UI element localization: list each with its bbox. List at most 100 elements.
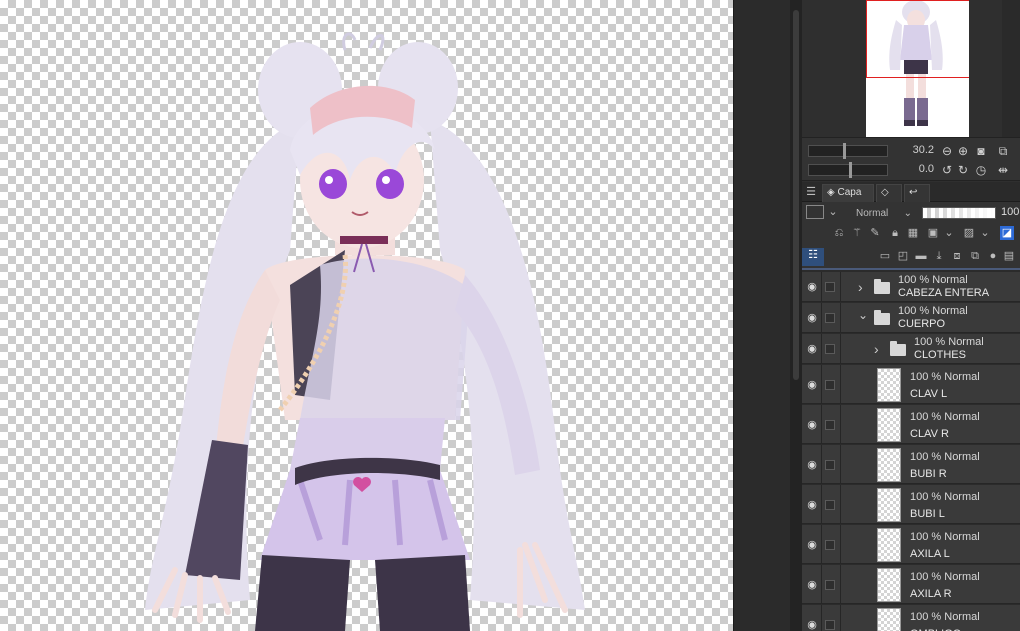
rotate-slider[interactable] [808,162,888,178]
row-divider [840,525,841,563]
draft-layer-icon[interactable]: ✎ [868,226,882,240]
fit-window-icon[interactable]: ⧉ [996,144,1010,158]
delete-layer-icon[interactable]: ▤ [1002,249,1016,263]
layer-lock-checkbox[interactable] [825,282,835,292]
layer-folder-row[interactable]: ◉ ⌄ 100 % Normal CUERPO [802,303,1020,333]
layer-name[interactable]: AXILA R [910,588,952,600]
eye-icon[interactable]: ◉ [805,498,819,512]
opacity-slider-fill [923,208,995,218]
clip-layer-icon[interactable]: ⎌ [832,226,846,240]
mask-dropdown-icon[interactable]: ⌄ [942,226,956,240]
layer-row[interactable]: ◉ 100 % Normal CLAV R [802,405,1020,444]
layer-name[interactable]: CLAV L [910,388,947,400]
eye-icon[interactable]: ◉ [805,418,819,432]
layer-lock-checkbox[interactable] [825,500,835,510]
new-folder-icon[interactable]: ▬ [914,249,928,263]
layer-name[interactable]: CABEZA ENTERA [898,287,989,299]
layer-lock-checkbox[interactable] [825,620,835,630]
navigator-view-frame[interactable] [866,0,969,78]
mask-layer-icon[interactable]: ● [986,249,1000,263]
layer-list-icon[interactable]: ☷ [802,248,824,266]
zoom-in-icon[interactable]: ⊕ [956,144,970,158]
layer-name[interactable]: BUBI R [910,468,947,480]
tab-layer-property[interactable]: ◇ [876,184,902,202]
eye-icon[interactable]: ◉ [805,458,819,472]
layer-row[interactable]: ◉ 100 % Normal AXILA R [802,565,1020,604]
tab-history[interactable]: ↩ [904,184,930,202]
layer-lock-checkbox[interactable] [825,380,835,390]
layer-row[interactable]: ◉100 % NormalOMBLIGO [802,605,1020,631]
layer-lock-checkbox[interactable] [825,460,835,470]
navigator-preview[interactable] [866,0,969,137]
navigator-scrollbar[interactable] [1002,0,1020,137]
ruler-dropdown-icon[interactable]: ⌄ [978,226,992,240]
layer-toolbar: ⌄ Normal ⌄ 100 ⎌ ⚚ ✎ 🔒︎ ▦ ▣ ⌄ ▨ ⌄ ◪ ☷ ▭ … [802,202,1020,268]
layer-color-dropdown-icon[interactable]: ⌄ [826,205,840,219]
eye-icon[interactable]: ◉ [805,578,819,592]
scrollbar-thumb[interactable] [793,10,799,380]
eye-icon[interactable]: ◉ [805,618,819,631]
chevron-down-icon[interactable]: ⌄ [858,308,868,322]
layer-name[interactable]: CLAV R [910,428,949,440]
layer-color-icon[interactable] [806,205,824,219]
blend-mode-select[interactable]: Normal ⌄ [850,206,916,222]
row-divider [840,445,841,483]
ruler-icon[interactable]: ▨ [962,226,976,240]
layer-lock-checkbox[interactable] [825,344,835,354]
rotate-left-icon[interactable]: ↺ [940,163,954,177]
flip-horizontal-icon[interactable]: ⇹ [996,163,1010,177]
opacity-slider[interactable] [922,207,996,219]
layer-name[interactable]: CUERPO [898,318,945,330]
layer-lock-checkbox[interactable] [825,313,835,323]
lock-transparency-icon[interactable]: ▦ [906,226,920,240]
blend-mode-value: Normal [856,208,889,219]
rotate-slider-knob[interactable] [849,162,852,178]
new-raster-layer-icon[interactable]: ▭ [878,249,892,263]
layer-folder-row[interactable]: ◉ › 100 % Normal CABEZA ENTERA [802,272,1020,302]
transfer-down-icon[interactable]: ⤓ [932,249,946,263]
layer-lock-checkbox[interactable] [825,580,835,590]
leg-right [375,555,470,631]
zoom-slider-knob[interactable] [843,143,846,159]
reference-layer-icon[interactable]: ⚚ [850,226,864,240]
layer-row[interactable]: ◉ 100 % Normal BUBI R [802,445,1020,484]
row-divider [821,405,822,443]
layer-lock-checkbox[interactable] [825,540,835,550]
drawing-canvas[interactable] [0,0,733,631]
layer-name[interactable]: AXILA L [910,548,950,560]
layer-name[interactable]: CLOTHES [914,349,966,361]
canvas-vertical-scrollbar[interactable] [790,0,802,631]
layer-name[interactable]: BUBI L [910,508,945,520]
combine-selected-icon[interactable]: ⧉ [968,249,982,263]
panel-tabs: ☰ ◈ Capa ◇ ↩ [802,182,1020,202]
new-vector-layer-icon[interactable]: ◰ [896,249,910,263]
row-divider [821,272,822,301]
mask-enable-icon[interactable]: ▣ [926,226,940,240]
layer-row[interactable]: ◉ 100 % Normal CLAV L [802,365,1020,404]
eye-icon[interactable]: ◉ [805,342,819,356]
layer-properties-text: 100 % Normal [910,371,980,383]
panel-menu-icon[interactable]: ☰ [804,185,818,199]
zoom-slider[interactable] [808,143,888,159]
tab-layer[interactable]: ◈ Capa [822,184,874,202]
layer-row[interactable]: ◉ 100 % Normal BUBI L [802,485,1020,524]
zoom-out-icon[interactable]: ⊖ [940,144,954,158]
layer-lock-checkbox[interactable] [825,420,835,430]
row-divider [840,272,841,301]
eye-icon[interactable]: ◉ [805,378,819,392]
zoom-value: 30.2 [912,144,934,156]
chevron-right-icon[interactable]: › [874,341,879,357]
eye-icon[interactable]: ◉ [805,280,819,294]
layer-row[interactable]: ◉ 100 % Normal AXILA L [802,525,1020,564]
eye-icon[interactable]: ◉ [805,311,819,325]
layer-color-swatch-icon[interactable]: ◪ [1000,226,1014,240]
zoom-fit-icon[interactable]: ◙ [974,144,988,158]
rotate-right-icon[interactable]: ↻ [956,163,970,177]
combine-down-icon[interactable]: ⧈ [950,249,964,263]
chevron-right-icon[interactable]: › [858,279,863,295]
reset-rotation-icon[interactable]: ◷ [974,163,988,177]
row-divider [840,565,841,603]
layer-folder-row[interactable]: ◉ › 100 % Normal CLOTHES [802,334,1020,364]
eye-icon[interactable]: ◉ [805,538,819,552]
lock-layer-icon[interactable]: 🔒︎ [888,226,902,240]
